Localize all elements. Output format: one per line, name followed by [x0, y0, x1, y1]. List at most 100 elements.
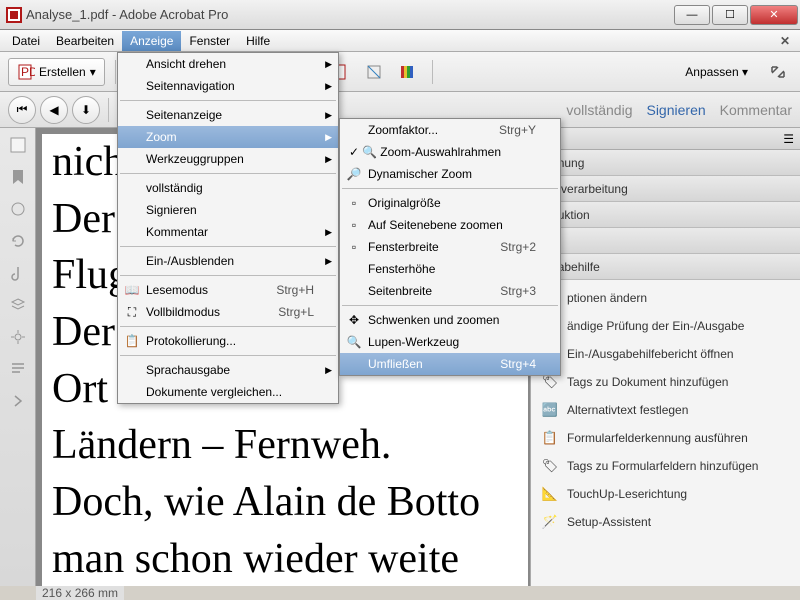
- menu-umfliessen[interactable]: UmfließenStrg+4: [340, 353, 560, 375]
- menu-schwenken[interactable]: ✥Schwenken und zoomen: [340, 309, 560, 331]
- menu-zoomfaktor[interactable]: Zoomfaktor...Strg+Y: [340, 119, 560, 141]
- menu-fensterhoehe[interactable]: Fensterhöhe: [340, 258, 560, 280]
- anzeige-dropdown: Ansicht drehen▶ Seitennavigation▶ Seiten…: [117, 52, 339, 404]
- create-pdf-icon: PDF: [17, 63, 35, 81]
- menu-lupen[interactable]: 🔍Lupen-Werkzeug: [340, 331, 560, 353]
- menu-signieren[interactable]: Signieren: [118, 199, 338, 221]
- item-tags-dok[interactable]: 🏷Tags zu Dokument hinzufügen: [531, 368, 800, 396]
- section-ausgabehilfe[interactable]: ▾ gabehilfe: [531, 254, 800, 280]
- tab-vollstaendig[interactable]: vollständig: [566, 102, 632, 118]
- menu-vollbildmodus[interactable]: ⛶VollbildmodusStrg+L: [118, 301, 338, 323]
- bookmark-icon[interactable]: [9, 168, 27, 186]
- wizard-icon: 🪄: [541, 513, 559, 531]
- section-erkennung[interactable]: ▸ nnung: [531, 150, 800, 176]
- menu-dynamischer-zoom[interactable]: 🔎Dynamischer Zoom: [340, 163, 560, 185]
- gear-icon[interactable]: [9, 328, 27, 346]
- page-icon: ▫: [346, 218, 362, 232]
- magnify-icon: 🔎: [346, 167, 362, 181]
- menu-bearbeiten[interactable]: Bearbeiten: [48, 31, 122, 51]
- tool-icon[interactable]: [360, 58, 388, 86]
- prev-page-button[interactable]: ◀: [40, 96, 68, 124]
- panel-menu-icon[interactable]: ☰: [783, 132, 794, 146]
- tags-icon: 🏷: [541, 457, 559, 475]
- close-button[interactable]: ✕: [750, 5, 798, 25]
- item-setup[interactable]: 🪄Setup-Assistent: [531, 508, 800, 536]
- item-bericht[interactable]: 📄Ein-/Ausgabehilfebericht öffnen: [531, 340, 800, 368]
- rainbow-icon[interactable]: [394, 58, 422, 86]
- menu-originalgroesse[interactable]: ▫Originalgröße: [340, 192, 560, 214]
- reading-icon: 📖: [124, 283, 140, 297]
- menu-werkzeuggruppen[interactable]: Werkzeuggruppen▶: [118, 148, 338, 170]
- menu-hilfe[interactable]: Hilfe: [238, 31, 278, 51]
- touchup-icon: 📐: [541, 485, 559, 503]
- menu-zoom[interactable]: Zoom▶: [118, 126, 338, 148]
- undo-icon[interactable]: [9, 232, 27, 250]
- pan-icon: ✥: [346, 313, 362, 327]
- menu-auf-seitenebene[interactable]: ▫Auf Seitenebene zoomen: [340, 214, 560, 236]
- menu-sprachausgabe[interactable]: Sprachausgabe▶: [118, 359, 338, 381]
- page-icon: ▫: [346, 240, 362, 254]
- item-pruefung[interactable]: ✅ändige Prüfung der Ein-/Ausgabe: [531, 312, 800, 340]
- zoom-dropdown: Zoomfaktor...Strg+Y ✓🔍 Zoom-Auswahlrahme…: [339, 118, 561, 376]
- right-panel-header: ☰: [531, 128, 800, 150]
- left-rail: [0, 128, 36, 586]
- menu-zoom-auswahlrahmen[interactable]: ✓🔍 Zoom-Auswahlrahmen: [340, 141, 560, 163]
- loupe-icon: 🔍: [346, 335, 362, 349]
- create-label: Erstellen: [39, 65, 86, 79]
- text-icon: 🔤: [541, 401, 559, 419]
- menu-seitennavigation[interactable]: Seitennavigation▶: [118, 75, 338, 97]
- menu-fenster[interactable]: Fenster: [181, 31, 238, 51]
- chevron-down-icon: ▾: [90, 65, 96, 79]
- maximize-button[interactable]: ☐: [712, 5, 748, 25]
- section-skript[interactable]: ▸ pt: [531, 228, 800, 254]
- check-icon: ✓: [346, 145, 362, 159]
- next-page-button[interactable]: ⬇: [72, 96, 100, 124]
- menu-close-icon[interactable]: ✕: [774, 34, 796, 48]
- log-icon: 📋: [124, 334, 140, 348]
- layers-icon[interactable]: [9, 296, 27, 314]
- menu-lesemodus[interactable]: 📖LesemodusStrg+H: [118, 279, 338, 301]
- menubar: Datei Bearbeiten Anzeige Fenster Hilfe ✕: [0, 30, 800, 52]
- section-verarbeitung[interactable]: ▸ ntverarbeitung: [531, 176, 800, 202]
- fullscreen-icon: ⛶: [124, 305, 140, 320]
- tab-kommentar[interactable]: Kommentar: [720, 102, 792, 118]
- thumbnails-icon[interactable]: [9, 136, 27, 154]
- tag-icon[interactable]: [9, 200, 27, 218]
- anpassen-button[interactable]: Anpassen ▾: [675, 61, 758, 83]
- menu-fensterbreite[interactable]: ▫FensterbreiteStrg+2: [340, 236, 560, 258]
- page-size-label: 216 x 266 mm: [42, 586, 118, 600]
- status-bar: 216 x 266 mm: [36, 586, 124, 600]
- tab-signieren[interactable]: Signieren: [646, 102, 705, 118]
- create-button[interactable]: PDF Erstellen ▾: [8, 58, 105, 86]
- window-title: Analyse_1.pdf - Adobe Acrobat Pro: [26, 7, 674, 22]
- item-optionen[interactable]: ⚙ptionen ändern: [531, 284, 800, 312]
- menu-anzeige[interactable]: Anzeige: [122, 31, 181, 51]
- item-tags-form[interactable]: 🏷Tags zu Formularfeldern hinzufügen: [531, 452, 800, 480]
- arrow-right-icon[interactable]: [9, 392, 27, 410]
- form-icon: 📋: [541, 429, 559, 447]
- menu-datei[interactable]: Datei: [4, 31, 48, 51]
- menu-kommentar[interactable]: Kommentar▶: [118, 221, 338, 243]
- page-icon: ▫: [346, 196, 362, 210]
- item-formular[interactable]: 📋Formularfelderkennung ausführen: [531, 424, 800, 452]
- menu-protokollierung[interactable]: 📋Protokollierung...: [118, 330, 338, 352]
- menu-seitenanzeige[interactable]: Seitenanzeige▶: [118, 104, 338, 126]
- svg-text:PDF: PDF: [21, 65, 35, 79]
- menu-ansicht-drehen[interactable]: Ansicht drehen▶: [118, 53, 338, 75]
- titlebar: Analyse_1.pdf - Adobe Acrobat Pro — ☐ ✕: [0, 0, 800, 30]
- menu-dokumente-vergleichen[interactable]: Dokumente vergleichen...: [118, 381, 338, 403]
- item-touchup[interactable]: 📐TouchUp-Leserichtung: [531, 480, 800, 508]
- app-icon: [6, 7, 22, 23]
- menu-ein-ausblenden[interactable]: Ein-/Ausblenden▶: [118, 250, 338, 272]
- first-page-button[interactable]: ⏮: [8, 96, 36, 124]
- expand-icon[interactable]: [764, 58, 792, 86]
- menu-vollstaendig[interactable]: vollständig: [118, 177, 338, 199]
- menu-seitenbreite[interactable]: SeitenbreiteStrg+3: [340, 280, 560, 302]
- section-items: ⚙ptionen ändern ✅ändige Prüfung der Ein-…: [531, 280, 800, 540]
- minimize-button[interactable]: —: [674, 5, 710, 25]
- section-produktion[interactable]: ▸ duktion: [531, 202, 800, 228]
- attachment-icon[interactable]: [9, 264, 27, 282]
- item-alttext[interactable]: 🔤Alternativtext festlegen: [531, 396, 800, 424]
- right-panel: ☰ ▸ nnung ▸ ntverarbeitung ▸ duktion ▸ p…: [530, 128, 800, 586]
- text-icon[interactable]: [9, 360, 27, 378]
